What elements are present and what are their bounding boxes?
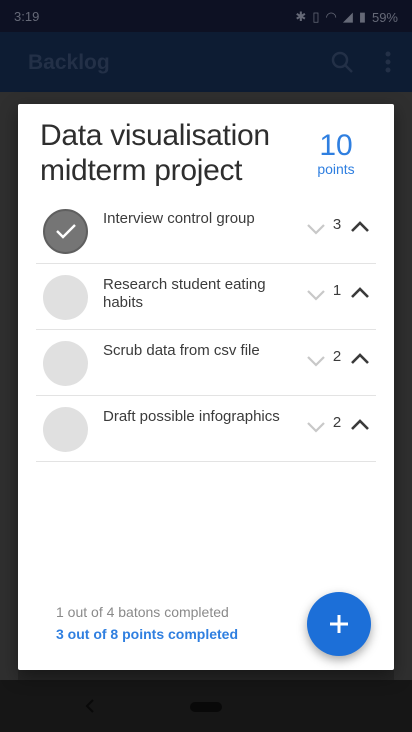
task-label: Interview control group — [103, 210, 255, 227]
add-task-button[interactable] — [307, 592, 371, 656]
project-points: 10 points — [300, 129, 372, 177]
list-item: Research student eating habits 1 — [36, 264, 376, 330]
project-title: Data visualisation midterm project — [40, 119, 270, 187]
chevron-down-icon[interactable] — [306, 420, 326, 433]
task-points: 2 — [332, 348, 342, 365]
task-points: 2 — [332, 414, 342, 431]
task-checkbox[interactable] — [43, 209, 88, 254]
points-summary: 3 out of 8 points completed — [56, 626, 239, 642]
task-label: Scrub data from csv file — [103, 342, 260, 359]
task-checkbox[interactable] — [43, 341, 88, 386]
task-points: 3 — [332, 216, 342, 233]
chevron-up-icon[interactable] — [350, 220, 370, 232]
chevron-down-icon[interactable] — [306, 288, 326, 301]
chevron-down-icon[interactable] — [306, 222, 326, 235]
chevron-up-icon[interactable] — [350, 352, 370, 364]
chevron-up-icon[interactable] — [350, 418, 370, 430]
task-label: Research student eating habits — [103, 276, 266, 311]
list-item: Scrub data from csv file 2 — [36, 330, 376, 396]
list-item: Draft possible infographics 2 — [36, 396, 376, 462]
task-list: Interview control group 3 Research stude… — [36, 198, 376, 462]
points-label: points — [317, 161, 355, 177]
batons-summary: 1 out of 4 batons completed — [56, 604, 229, 620]
chevron-up-icon[interactable] — [350, 286, 370, 298]
check-icon — [56, 224, 76, 239]
task-label: Draft possible infographics — [103, 408, 280, 425]
task-checkbox[interactable] — [43, 407, 88, 452]
task-checkbox[interactable] — [43, 275, 88, 320]
points-value: 10 — [319, 129, 353, 162]
project-dialog: Data visualisation midterm project 10 po… — [18, 104, 394, 670]
list-item: Interview control group 3 — [36, 198, 376, 264]
plus-icon — [330, 615, 348, 633]
task-points: 1 — [332, 282, 342, 299]
chevron-down-icon[interactable] — [306, 354, 326, 367]
